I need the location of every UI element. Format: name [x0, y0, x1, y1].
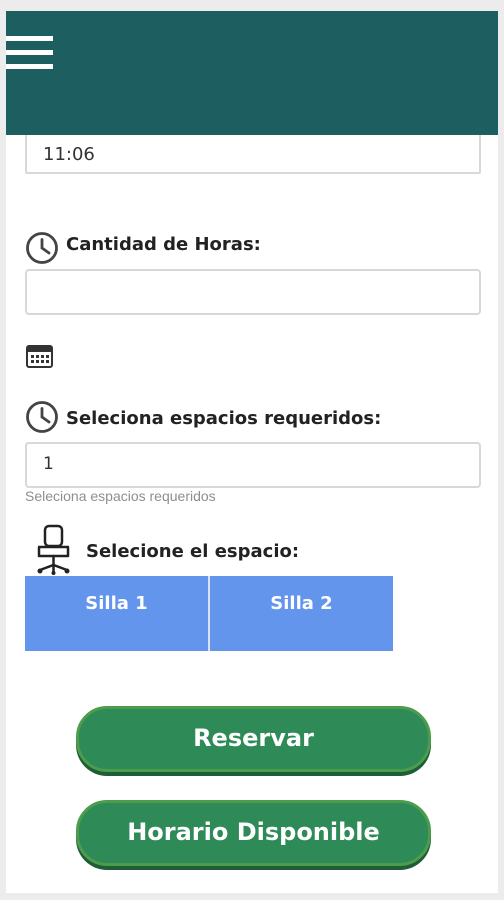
- menu-line-bottom: [6, 64, 53, 69]
- hours-label: Cantidad de Horas:: [66, 234, 261, 255]
- spaces-input[interactable]: 1: [25, 442, 481, 488]
- reserve-button[interactable]: Reservar: [76, 706, 431, 772]
- select-space-label: Selecione el espacio:: [86, 541, 300, 562]
- availability-button[interactable]: Horario Disponible: [76, 800, 431, 866]
- clock-icon: [26, 232, 58, 264]
- spaces-label: Seleciona espacios requeridos:: [66, 408, 382, 429]
- clock-icon: [26, 401, 58, 433]
- app-header: [6, 11, 498, 135]
- chair-icon: [37, 524, 70, 575]
- calendar-icon[interactable]: [26, 345, 53, 368]
- reservation-screen: 11:06 Cantidad de Horas: Seleciona espac…: [6, 11, 498, 893]
- hamburger-menu-icon[interactable]: [6, 36, 54, 74]
- space-silla-1-button[interactable]: Silla 1: [25, 576, 208, 651]
- spaces-helper-text: Seleciona espacios requeridos: [25, 488, 216, 504]
- space-silla-2-button[interactable]: Silla 2: [210, 576, 393, 651]
- menu-line-middle: [6, 50, 53, 55]
- hours-input[interactable]: [25, 269, 481, 315]
- menu-line-top: [6, 36, 53, 41]
